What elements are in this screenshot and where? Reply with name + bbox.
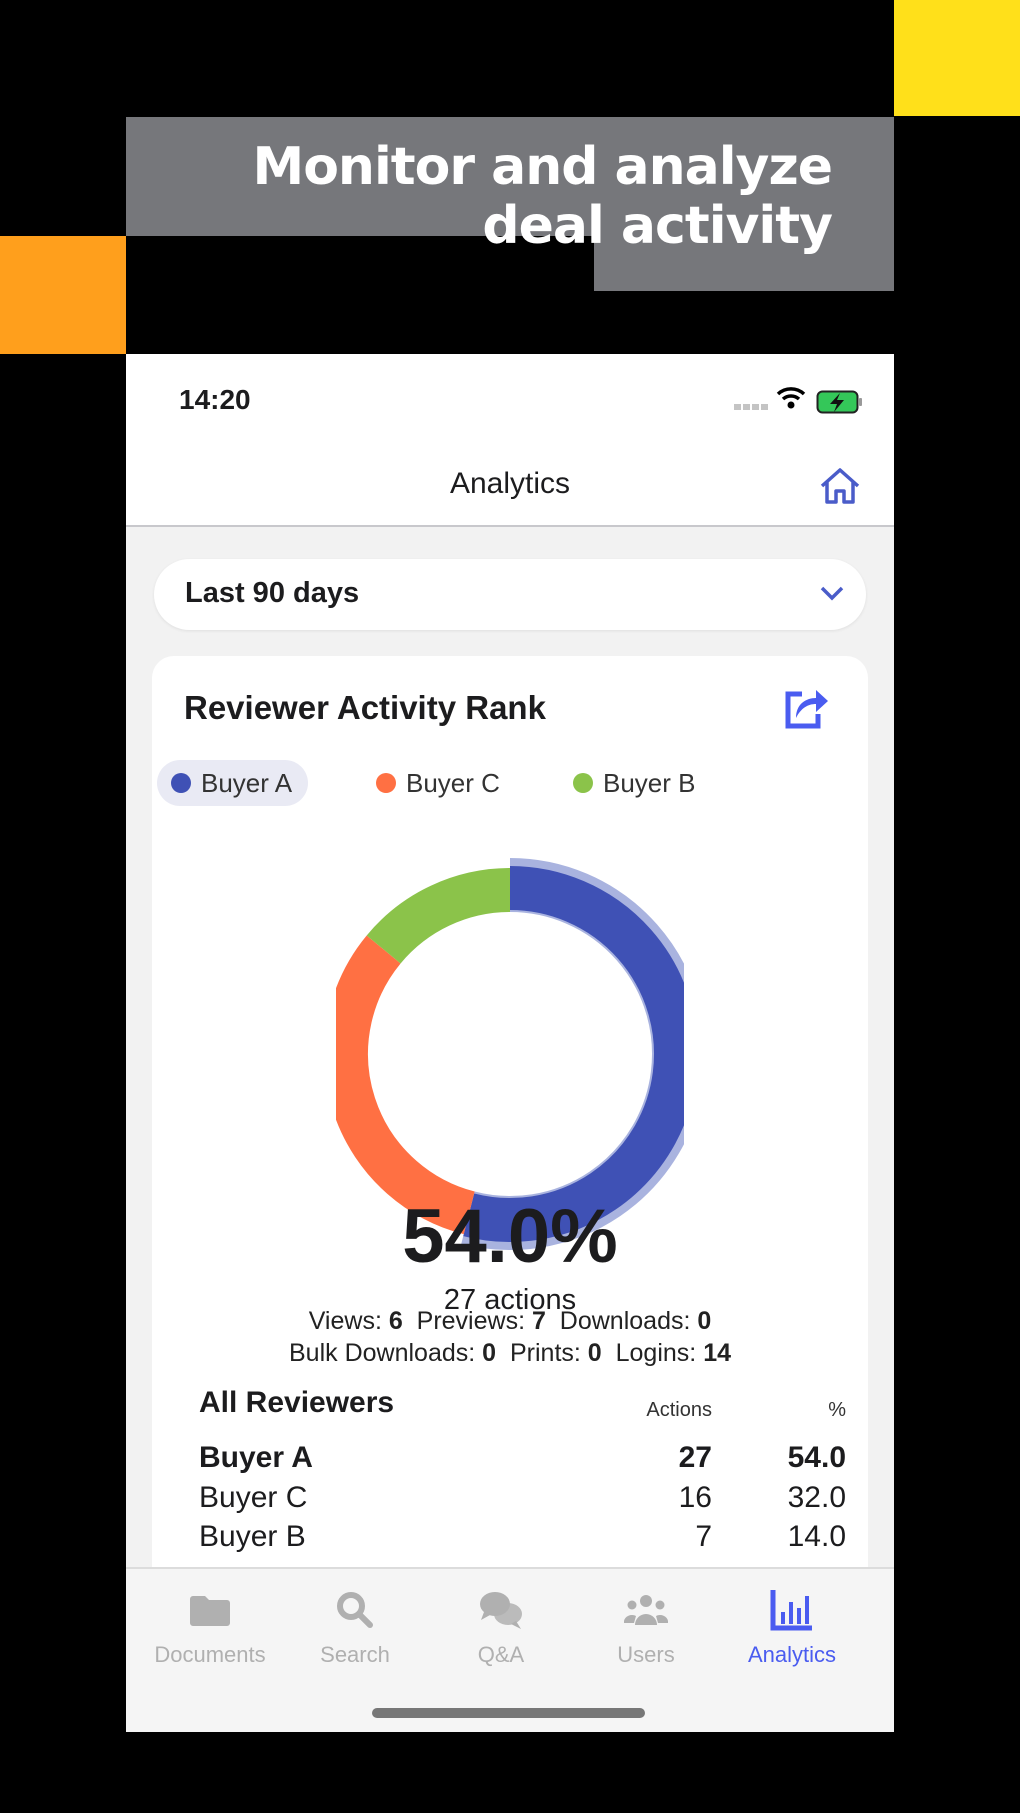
page-title: Analytics bbox=[449, 467, 571, 500]
table-row[interactable]: Buyer A 27 54.0 bbox=[199, 1440, 846, 1476]
prints-value: 0 bbox=[587, 1339, 602, 1367]
reviewer-activity-card: Reviewer Activity Rank Buyer A Buyer C B… bbox=[152, 656, 868, 1571]
home-indicator[interactable] bbox=[372, 1708, 645, 1718]
legend-label: Buyer C bbox=[406, 767, 500, 798]
tab-label: Q&A bbox=[477, 1642, 525, 1667]
reviewer-percent: 14.0 bbox=[787, 1520, 846, 1553]
stats-line-2: Bulk Downloads: 0 Prints: 0 Logins: 14 bbox=[152, 1338, 868, 1368]
legend-item-buyer-c[interactable]: Buyer C bbox=[362, 760, 516, 806]
tab-users[interactable]: Users bbox=[571, 1569, 721, 1689]
chevron-down-icon bbox=[820, 586, 844, 601]
donut-slice-buyer-b[interactable] bbox=[366, 868, 511, 964]
donut-slice-buyer-a[interactable] bbox=[463, 866, 684, 1242]
column-header-actions: Actions bbox=[646, 1399, 712, 1421]
users-icon bbox=[621, 1587, 671, 1633]
wifi-icon bbox=[776, 387, 806, 409]
donut-chart bbox=[336, 858, 684, 1250]
bulk-downloads-value: 0 bbox=[482, 1339, 497, 1367]
legend-item-buyer-a[interactable]: Buyer A bbox=[157, 760, 309, 806]
legend-label: Buyer B bbox=[603, 767, 696, 798]
tab-label: Documents bbox=[154, 1642, 266, 1667]
previews-value: 7 bbox=[531, 1307, 546, 1335]
prints-label: Prints: bbox=[509, 1339, 581, 1367]
home-icon[interactable] bbox=[818, 466, 862, 506]
tab-label: Users bbox=[617, 1642, 675, 1667]
headline: Monitor and analyze deal activity bbox=[252, 137, 833, 256]
tab-analytics[interactable]: Analytics bbox=[717, 1569, 867, 1689]
previews-label: Previews: bbox=[416, 1307, 526, 1335]
date-range-dropdown[interactable]: Last 90 days bbox=[154, 559, 866, 630]
donut-slice-buyer-c[interactable] bbox=[336, 935, 476, 1235]
date-range-value: Last 90 days bbox=[185, 577, 360, 609]
bar-chart-icon bbox=[767, 1587, 817, 1633]
phone-screen: 14:20 Analytics Last 90 days Reviewer Ac… bbox=[126, 354, 894, 1732]
chat-icon bbox=[476, 1587, 526, 1633]
search-icon bbox=[330, 1587, 380, 1633]
top-bar: 14:20 Analytics bbox=[126, 354, 894, 527]
column-header-percent: % bbox=[828, 1399, 846, 1421]
status-time: 14:20 bbox=[179, 384, 251, 415]
legend-dot bbox=[376, 773, 396, 793]
downloads-label: Downloads: bbox=[559, 1307, 691, 1335]
reviewer-percent: 54.0 bbox=[787, 1441, 846, 1474]
decor-orange-square bbox=[0, 236, 126, 354]
battery-icon bbox=[816, 390, 862, 414]
views-label: Views: bbox=[308, 1307, 382, 1335]
bulk-downloads-label: Bulk Downloads: bbox=[289, 1339, 476, 1367]
legend-dot bbox=[573, 773, 593, 793]
reviewer-actions: 16 bbox=[678, 1481, 712, 1514]
reviewer-name: Buyer C bbox=[199, 1481, 308, 1514]
decor-yellow-square bbox=[894, 0, 1020, 116]
reviewer-actions: 27 bbox=[678, 1441, 712, 1474]
tab-label: Analytics bbox=[747, 1642, 837, 1667]
card-title: Reviewer Activity Rank bbox=[184, 689, 546, 726]
legend-label: Buyer A bbox=[201, 767, 293, 798]
table-row[interactable]: Buyer B 7 14.0 bbox=[199, 1519, 846, 1555]
tab-search[interactable]: Search bbox=[280, 1569, 430, 1689]
downloads-value: 0 bbox=[697, 1307, 712, 1335]
donut-center-value: 54.0% bbox=[402, 1194, 618, 1279]
reviewer-actions: 7 bbox=[695, 1520, 712, 1553]
tab-bar: Documents Search Q&A Users Analytics bbox=[126, 1567, 894, 1732]
reviewer-name: Buyer A bbox=[199, 1441, 313, 1474]
reviewer-percent: 32.0 bbox=[787, 1481, 846, 1514]
legend-item-buyer-b[interactable]: Buyer B bbox=[559, 760, 712, 806]
table-title: All Reviewers bbox=[199, 1386, 395, 1419]
tab-label: Search bbox=[320, 1642, 390, 1667]
tab-documents[interactable]: Documents bbox=[135, 1569, 285, 1689]
table-row[interactable]: Buyer C 16 32.0 bbox=[199, 1480, 846, 1516]
logins-value: 14 bbox=[703, 1339, 731, 1367]
tab-qa[interactable]: Q&A bbox=[426, 1569, 576, 1689]
reviewer-name: Buyer B bbox=[199, 1520, 306, 1553]
folder-icon bbox=[185, 1587, 235, 1633]
legend-dot bbox=[171, 773, 191, 793]
stats-line-1: Views: 6 Previews: 7 Downloads: 0 bbox=[152, 1306, 868, 1336]
views-value: 6 bbox=[388, 1307, 403, 1335]
signal-icon bbox=[734, 404, 768, 410]
logins-label: Logins: bbox=[615, 1339, 697, 1367]
share-icon[interactable] bbox=[782, 686, 830, 730]
